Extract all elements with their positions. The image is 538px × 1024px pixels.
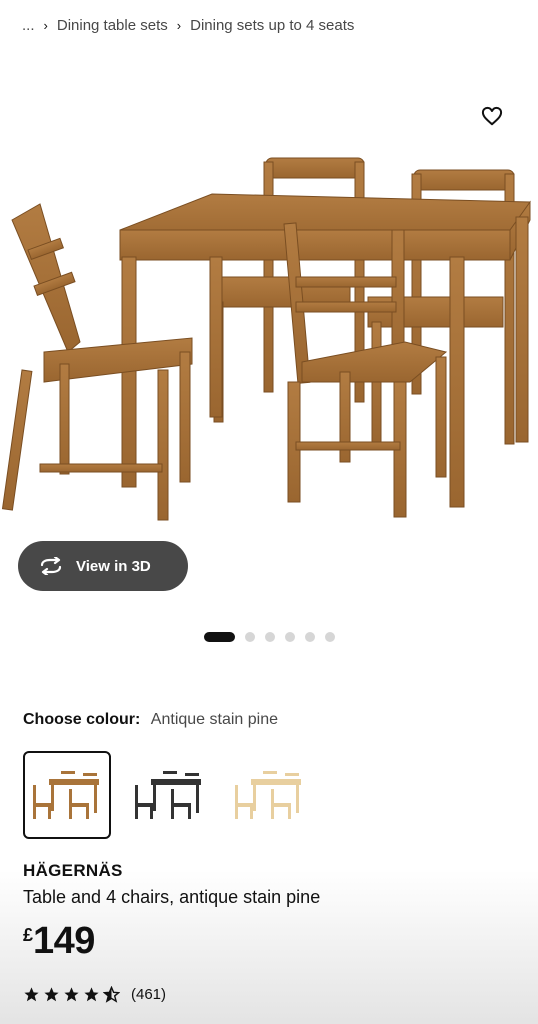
breadcrumb-ellipsis[interactable]: ... [22, 17, 35, 34]
heart-outline-icon [481, 106, 503, 126]
image-pagination [204, 632, 345, 642]
swatch-natural-pine[interactable] [225, 751, 313, 839]
dining-set-illustration [1, 157, 531, 521]
rotate-3d-icon [40, 557, 62, 575]
star-filled-icon [44, 986, 59, 1001]
favourite-button[interactable] [476, 100, 508, 132]
choose-colour-label: Choose colour: [23, 711, 141, 728]
product-name[interactable]: HÄGERNÄS [23, 861, 123, 881]
breadcrumb: ... › Dining table sets › Dining sets up… [22, 14, 354, 36]
view-in-3d-button[interactable]: View in 3D [18, 541, 188, 591]
selected-colour-value: Antique stain pine [150, 711, 278, 728]
star-half-icon [103, 985, 120, 1003]
star-filled-icon [64, 986, 79, 1001]
star-filled-icon [84, 986, 99, 1001]
breadcrumb-item-dining-sets-4-seats[interactable]: Dining sets up to 4 seats [190, 17, 354, 34]
dining-set-thumbnail [235, 771, 301, 819]
product-rating[interactable]: (461) [23, 983, 166, 1005]
chevron-right-icon: › [176, 17, 182, 33]
product-price: £149 [23, 920, 95, 963]
pagination-dot-1[interactable] [204, 632, 235, 642]
pagination-dot-3[interactable] [265, 632, 275, 642]
price-currency: £ [23, 925, 34, 945]
breadcrumb-item-dining-table-sets[interactable]: Dining table sets [57, 17, 168, 34]
colour-selector-heading: Choose colour: Antique stain pine [23, 711, 278, 729]
pagination-dot-5[interactable] [305, 632, 315, 642]
swatch-black[interactable] [125, 751, 213, 839]
pagination-dot-2[interactable] [245, 632, 255, 642]
chevron-right-icon: › [43, 17, 48, 33]
dining-set-thumbnail [33, 771, 99, 819]
review-count: (461) [131, 985, 167, 1003]
pagination-dot-4[interactable] [285, 632, 295, 642]
swatch-antique-stain-pine[interactable] [23, 751, 111, 839]
pagination-dot-6[interactable] [325, 632, 335, 642]
product-description: Table and 4 chairs, antique stain pine [23, 887, 321, 907]
star-filled-icon [24, 986, 39, 1001]
dining-set-thumbnail [135, 771, 201, 819]
price-amount: 149 [33, 920, 95, 962]
product-image[interactable] [0, 52, 538, 612]
view-in-3d-label: View in 3D [76, 557, 151, 575]
